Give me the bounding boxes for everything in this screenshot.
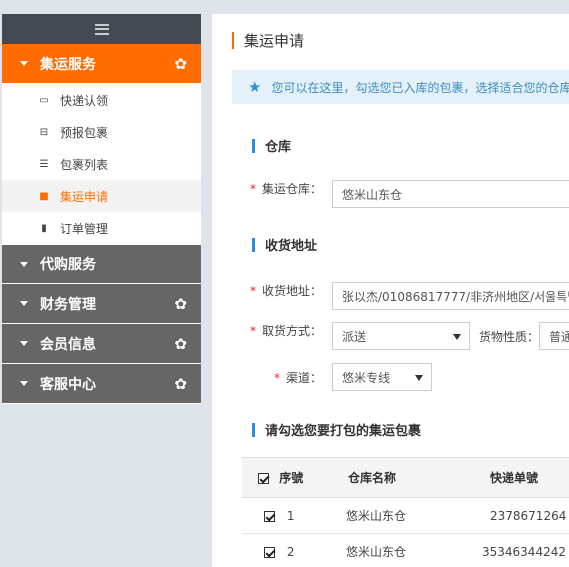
- section-marker: [252, 138, 255, 153]
- row-no-cell: 1: [242, 497, 338, 534]
- section-marker: [252, 237, 255, 252]
- caret-down-icon: [20, 261, 28, 267]
- goods-select[interactable]: 普通: [539, 322, 569, 350]
- warehouse-field[interactable]: 悠米山东仓: [332, 180, 569, 208]
- section-marker: [252, 422, 255, 437]
- section-packages: 请勾选您要打包的集运包裹: [212, 420, 421, 439]
- sidebar-toggle[interactable]: [2, 14, 201, 44]
- table-row[interactable]: 2 悠米山东仓 35346344242: [242, 533, 569, 567]
- star-icon: ★: [248, 78, 262, 96]
- table-row[interactable]: 1 悠米山东仓 2378671264: [242, 497, 569, 534]
- gear-icon[interactable]: ✿: [174, 335, 187, 353]
- row-checkbox[interactable]: [264, 510, 275, 522]
- inbox-icon: ▭: [39, 94, 49, 106]
- caret-down-icon: [20, 61, 28, 66]
- sidebar-group-label: 代购服务: [40, 257, 96, 273]
- sidebar-group-support[interactable]: 客服中心 ✿: [2, 364, 201, 404]
- goods-label: 货物性质：: [479, 329, 540, 344]
- sidebar-item-package-list[interactable]: ☰ 包裹列表: [2, 148, 201, 180]
- caret-down-icon: [20, 381, 28, 386]
- sidebar-group-label: 会员信息: [40, 336, 96, 353]
- page-title: 集运申请: [212, 14, 569, 66]
- pickup-row: * 取货方式：: [250, 322, 322, 339]
- row-tracking-cell: 2378671264: [462, 497, 569, 534]
- sidebar-item-claim[interactable]: ▭ 快递认领: [2, 84, 201, 116]
- row-warehouse-cell: 悠米山东仓: [338, 533, 462, 567]
- sidebar: 集运服务 ✿ ▭ 快递认领 ⊟ 预报包裹 ☰ 包裹列表 ■ 集运申请 ▮ 订单管…: [2, 14, 202, 404]
- pickup-label: * 取货方式：: [250, 324, 323, 338]
- tray-icon: ⊟: [39, 126, 49, 138]
- section-warehouse: 仓库: [212, 136, 291, 155]
- table-header-tracking: 快递单號: [462, 457, 569, 498]
- gear-icon[interactable]: ✿: [174, 55, 187, 73]
- sidebar-group-shipping[interactable]: 集运服务 ✿: [2, 44, 201, 84]
- channel-label: * 渠道：: [274, 370, 323, 385]
- section-title: 收货地址: [265, 239, 318, 254]
- row-warehouse-cell: 悠米山东仓: [338, 497, 462, 534]
- sidebar-group-label: 客服中心: [40, 376, 96, 393]
- sidebar-group-finance[interactable]: 财务管理 ✿: [2, 284, 201, 324]
- sidebar-item-label: 订单管理: [60, 221, 109, 236]
- list-icon: ☰: [39, 158, 49, 170]
- goods-row: 货物性质：: [479, 322, 539, 350]
- section-address: 收货地址: [212, 235, 317, 254]
- channel-row: * 渠道：: [274, 363, 322, 391]
- gear-icon[interactable]: ✿: [174, 375, 187, 393]
- sidebar-group-label: 财务管理: [40, 296, 96, 313]
- sidebar-item-consolidation-apply[interactable]: ■ 集运申请: [2, 180, 201, 212]
- address-field[interactable]: 张以杰/01086817777/非济州地区/서울특별: [332, 282, 569, 310]
- sidebar-item-label: 快递认领: [60, 93, 109, 108]
- sidebar-item-orders[interactable]: ▮ 订单管理: [2, 212, 201, 244]
- sidebar-group-purchasing[interactable]: 代购服务: [2, 244, 201, 284]
- warehouse-row: * 集运仓库：: [250, 180, 322, 197]
- title-accent-bar: [232, 31, 234, 49]
- sidebar-group-member[interactable]: 会员信息 ✿: [2, 324, 201, 364]
- notice-text: 您可以在这里，勾选您已入库的包裹，选择适合您的仓库: [271, 80, 569, 95]
- main-panel: 集运申请 ★ 您可以在这里，勾选您已入库的包裹，选择适合您的仓库 仓库 * 集运仓…: [212, 14, 569, 567]
- table-header-no: 序號: [242, 457, 338, 498]
- page-title-text: 集运申请: [244, 31, 305, 50]
- caret-down-icon: [20, 341, 28, 346]
- sidebar-item-label: 预报包裹: [60, 125, 109, 140]
- caret-down-icon: [20, 301, 28, 306]
- select-all-checkbox[interactable]: [258, 473, 269, 484]
- sidebar-item-forecast[interactable]: ⊟ 预报包裹: [2, 116, 201, 148]
- sidebar-item-label: 集运申请: [60, 189, 109, 204]
- address-label: * 收货地址：: [250, 284, 323, 298]
- sidebar-group-label: 集运服务: [40, 56, 96, 73]
- row-no-cell: 2: [242, 533, 338, 567]
- section-title: 请勾选您要打包的集运包裹: [265, 424, 422, 439]
- book-icon: ▮: [41, 222, 47, 234]
- row-tracking-cell: 35346344242: [462, 533, 569, 567]
- row-checkbox[interactable]: [264, 546, 275, 558]
- gear-icon[interactable]: ✿: [174, 295, 187, 313]
- menu-icon: [94, 23, 109, 35]
- section-title: 仓库: [265, 140, 292, 155]
- address-row: * 收货地址：: [250, 282, 322, 299]
- truck-icon: ■: [39, 190, 49, 202]
- pickup-select[interactable]: 派送: [332, 322, 470, 350]
- sidebar-item-label: 包裹列表: [60, 157, 109, 172]
- channel-select[interactable]: 悠米专线: [332, 363, 432, 391]
- table-header-warehouse: 仓库名称: [338, 457, 462, 498]
- warehouse-label: * 集运仓库：: [250, 182, 323, 196]
- table-header-row: 序號 仓库名称 快递单號: [242, 457, 569, 498]
- package-table: 序號 仓库名称 快递单號 1 悠米山东仓 2378671264 2 悠米山东仓 …: [242, 457, 569, 567]
- notice-banner: ★ 您可以在这里，勾选您已入库的包裹，选择适合您的仓库: [232, 70, 569, 104]
